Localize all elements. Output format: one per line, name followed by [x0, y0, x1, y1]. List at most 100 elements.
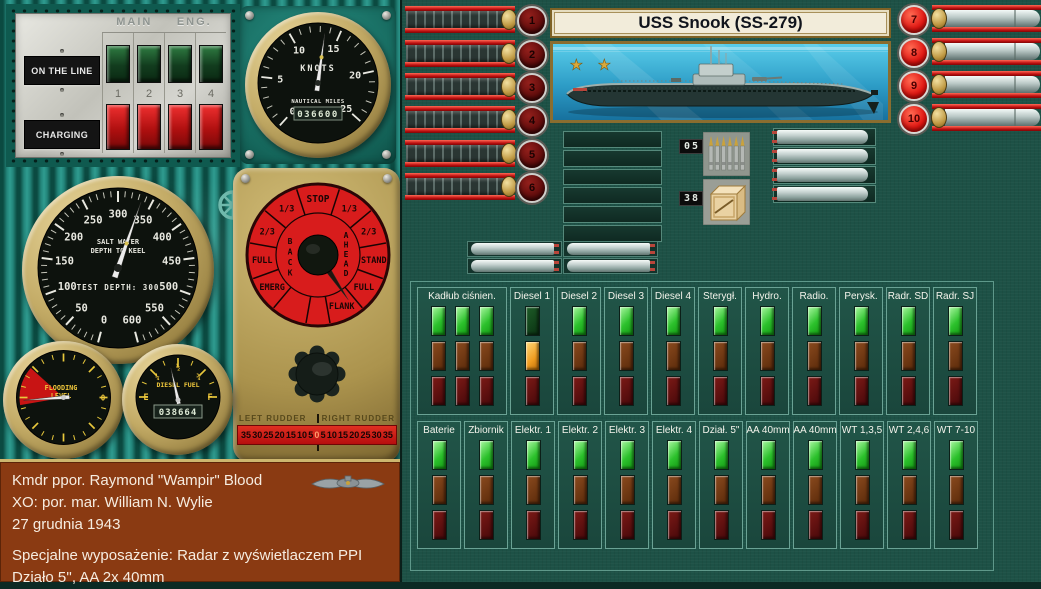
empty-reserve-slot [563, 187, 662, 204]
red-status-light [431, 376, 446, 406]
engine-online-switch[interactable] [106, 45, 130, 83]
tube-body-empty [406, 45, 508, 62]
svg-text:A: A [344, 260, 349, 269]
engine-online-switch[interactable] [199, 45, 223, 83]
status-light-column [479, 440, 494, 545]
status-box: Zbiornik [464, 421, 508, 549]
status-label: Zbiornik [468, 425, 504, 436]
engine-charging-switch[interactable] [106, 104, 130, 150]
fire-tube-2-button[interactable]: 2 [517, 40, 547, 70]
red-status-light [854, 376, 869, 406]
fire-tube-4-button[interactable]: 4 [517, 106, 547, 136]
engine-telegraph-dial[interactable]: STOP1/32/3STANDFULLFLANK1/32/3FULLEMERGB… [243, 180, 393, 335]
forward-torpedo-tube[interactable] [405, 40, 515, 67]
forward-torpedo-tube[interactable] [405, 73, 515, 100]
status-light-column [948, 306, 963, 411]
svg-text:5: 5 [277, 74, 283, 85]
status-light-column [854, 306, 869, 411]
svg-text:F: F [207, 393, 212, 403]
fire-tube-1-button[interactable]: 1 [517, 6, 547, 36]
depth-gauge: 050100150200250300350400450500550600SALT… [22, 176, 214, 364]
green-status-light [525, 306, 540, 336]
status-label: Elektr. 4 [656, 425, 692, 436]
fire-tube-3-button[interactable]: 3 [517, 73, 547, 103]
amber-status-light [431, 341, 446, 371]
fire-tube-8-button[interactable]: 8 [899, 38, 929, 68]
engine-charging-switch[interactable] [199, 104, 223, 150]
rudder-scale-number: 25 [360, 430, 370, 440]
forward-torpedo-tube[interactable] [405, 106, 515, 133]
engine-charging-switch[interactable] [168, 104, 192, 150]
tube-body-loaded [945, 10, 1040, 27]
fire-tube-5-button[interactable]: 5 [517, 140, 547, 170]
svg-text:1/3: 1/3 [279, 205, 294, 215]
status-box: Diesel 4 [651, 287, 695, 415]
aft-torpedo-tube[interactable] [932, 71, 1041, 98]
red-status-light [761, 510, 776, 540]
green-status-light [808, 440, 823, 470]
status-lights [949, 440, 964, 545]
tube-rail [932, 60, 1041, 65]
rudder-scale-number: 25 [263, 430, 273, 440]
svg-text:500: 500 [159, 280, 178, 292]
tube-cap [501, 176, 517, 197]
screw-icon [382, 150, 391, 159]
red-status-light [479, 510, 494, 540]
tube-rail [932, 27, 1041, 32]
reserve-torpedo [777, 130, 868, 144]
status-light-column [455, 306, 470, 411]
status-light-column [760, 306, 775, 411]
status-label: Diesel 3 [608, 291, 644, 302]
svg-text:10: 10 [293, 45, 305, 56]
tube-cap [931, 8, 947, 29]
aft-torpedo-tube[interactable] [932, 38, 1041, 65]
aft-torpedo-tube[interactable] [932, 104, 1041, 131]
fire-tube-10-button[interactable]: 10 [899, 104, 929, 134]
status-label: Elektr. 1 [515, 425, 551, 436]
status-lights [431, 306, 494, 411]
main-engine-header: MAIN ENG. [104, 16, 224, 28]
forward-torpedo-tube[interactable] [405, 140, 515, 167]
amber-status-light [526, 475, 541, 505]
screw-icon [245, 150, 254, 159]
deck-gun-ammo-count: 05 [679, 139, 703, 154]
empty-reserve-slot [563, 150, 662, 167]
red-status-light [619, 376, 634, 406]
telegraph-knob[interactable] [286, 344, 348, 409]
tube-rail [405, 162, 515, 167]
empty-reserve-slot [563, 225, 662, 242]
engine-charging-switch[interactable] [137, 104, 161, 150]
forward-torpedo-tube[interactable] [405, 6, 515, 33]
aft-torpedo-tube[interactable] [932, 5, 1041, 32]
armament: Działo 5'', AA 2x 40mm [12, 567, 388, 589]
rudder-scale-number: 30 [252, 430, 262, 440]
main-engine-plate: MAIN ENG. ON THE LINE CHARGING 1234 [15, 13, 231, 158]
tube-cap [501, 143, 517, 164]
amber-status-light [573, 475, 588, 505]
red-status-light [855, 510, 870, 540]
red-status-light [667, 510, 682, 540]
status-light-column [949, 440, 964, 545]
fire-tube-7-button[interactable]: 7 [899, 5, 929, 35]
svg-text:0: 0 [101, 394, 106, 403]
fire-tube-9-button[interactable]: 9 [899, 71, 929, 101]
engine-online-switch[interactable] [137, 45, 161, 83]
status-lights [432, 440, 447, 545]
forward-torpedo-tube[interactable] [405, 173, 515, 200]
engine-online-switch[interactable] [168, 45, 192, 83]
status-label: WT 1,3,5 [842, 425, 882, 436]
ship-title: USS Snook (SS-279) [550, 8, 891, 38]
status-lights [619, 306, 634, 411]
ship-profile-view: ★ ★ [550, 41, 891, 123]
tube-body-empty [406, 78, 508, 95]
red-status-light [948, 376, 963, 406]
submarine-illustration: ★ ★ [553, 44, 888, 120]
fire-tube-6-button[interactable]: 6 [517, 173, 547, 203]
svg-text:K: K [288, 269, 293, 278]
svg-text:036600: 036600 [297, 110, 339, 120]
knots-gauge-face: 0510152025KNOTSNAUTICAL MILES036600 [256, 21, 380, 150]
status-label: AA 40mm [746, 425, 789, 436]
status-light-column [619, 306, 634, 411]
amber-status-light [620, 475, 635, 505]
red-status-light [713, 376, 728, 406]
